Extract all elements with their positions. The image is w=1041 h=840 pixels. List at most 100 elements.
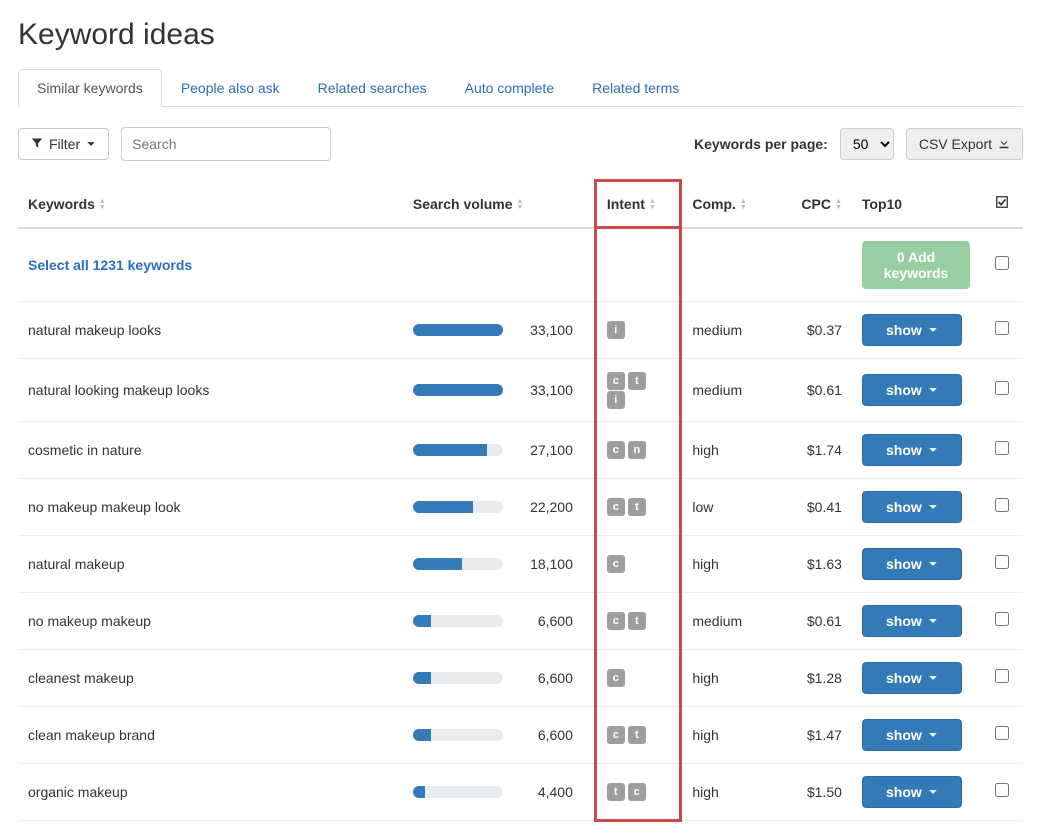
top10-cell: show xyxy=(852,763,980,820)
chevron-down-icon xyxy=(928,670,938,686)
tab-auto-complete[interactable]: Auto complete xyxy=(446,69,574,107)
sort-icon: ▲▼ xyxy=(517,199,524,211)
page-title: Keyword ideas xyxy=(18,18,1023,52)
volume-value: 6,600 xyxy=(513,727,573,743)
show-button[interactable]: show xyxy=(862,434,962,466)
intent-cell: c xyxy=(595,649,681,706)
check-all-icon[interactable] xyxy=(995,195,1009,212)
top10-cell: show xyxy=(852,649,980,706)
top10-cell: show xyxy=(852,535,980,592)
keyword-cell: no makeup makeup xyxy=(18,592,403,649)
col-header-volume[interactable]: Search volume▲▼ xyxy=(403,181,595,228)
col-header-intent[interactable]: Intent▲▼ xyxy=(595,181,681,228)
intent-badge-i: i xyxy=(607,321,625,339)
tab-related-terms[interactable]: Related terms xyxy=(573,69,698,107)
per-page-select[interactable]: 50 xyxy=(840,128,894,160)
add-keywords-button[interactable]: 0 Add keywords xyxy=(862,241,970,289)
volume-cell: 33,100 xyxy=(403,301,595,358)
keyword-cell: natural makeup xyxy=(18,535,403,592)
search-input[interactable] xyxy=(121,127,331,161)
top10-cell: show xyxy=(852,301,980,358)
sort-icon: ▲▼ xyxy=(649,199,656,211)
volume-bar xyxy=(413,786,503,798)
show-button[interactable]: show xyxy=(862,605,962,637)
comp-cell: low xyxy=(681,478,777,535)
col-header-cpc[interactable]: CPC▲▼ xyxy=(777,181,852,228)
row-checkbox[interactable] xyxy=(995,669,1009,683)
select-all-link[interactable]: Select all 1231 keywords xyxy=(28,257,192,273)
show-button[interactable]: show xyxy=(862,314,962,346)
chevron-down-icon xyxy=(928,442,938,458)
volume-cell: 6,600 xyxy=(403,592,595,649)
comp-cell: medium xyxy=(681,358,777,421)
table-row: natural looking makeup looks 33,100 cti … xyxy=(18,358,1023,421)
col-header-comp[interactable]: Comp.▲▼ xyxy=(681,181,777,228)
row-checkbox[interactable] xyxy=(995,783,1009,797)
row-checkbox[interactable] xyxy=(995,441,1009,455)
comp-cell: high xyxy=(681,649,777,706)
intent-badge-c: c xyxy=(607,372,625,390)
show-button[interactable]: show xyxy=(862,776,962,808)
row-checkbox[interactable] xyxy=(995,381,1009,395)
volume-cell: 33,100 xyxy=(403,358,595,421)
tab-similar-keywords[interactable]: Similar keywords xyxy=(18,69,162,107)
cpc-cell: $1.74 xyxy=(777,421,852,478)
volume-bar xyxy=(413,558,503,570)
table-row: cosmetic in nature 27,100 cn high $1.74 … xyxy=(18,421,1023,478)
intent-badge-t: t xyxy=(628,372,646,390)
show-button[interactable]: show xyxy=(862,662,962,694)
tabs-bar: Similar keywordsPeople also askRelated s… xyxy=(18,68,1023,107)
show-label: show xyxy=(886,322,922,338)
keywords-table: Keywords▲▼ Search volume▲▼ Intent▲▼ Comp… xyxy=(18,179,1023,822)
volume-bar xyxy=(413,615,503,627)
volume-value: 33,100 xyxy=(513,322,573,338)
chevron-down-icon xyxy=(86,136,96,152)
volume-bar xyxy=(413,444,503,456)
show-button[interactable]: show xyxy=(862,491,962,523)
show-button[interactable]: show xyxy=(862,719,962,751)
row-checkbox[interactable] xyxy=(995,555,1009,569)
intent-cell: cti xyxy=(595,358,681,421)
tab-people-also-ask[interactable]: People also ask xyxy=(162,69,299,107)
keyword-cell: cosmetic in nature xyxy=(18,421,403,478)
volume-value: 6,600 xyxy=(513,670,573,686)
show-button[interactable]: show xyxy=(862,374,962,406)
volume-value: 4,400 xyxy=(513,784,573,800)
chevron-down-icon xyxy=(928,784,938,800)
intent-cell: c xyxy=(595,535,681,592)
col-header-check[interactable] xyxy=(980,181,1023,228)
show-label: show xyxy=(886,499,922,515)
volume-bar xyxy=(413,501,503,513)
comp-cell: high xyxy=(681,421,777,478)
keyword-cell: organic makeup xyxy=(18,763,403,820)
tab-related-searches[interactable]: Related searches xyxy=(299,69,446,107)
csv-export-button[interactable]: CSV Export xyxy=(906,128,1023,160)
keyword-cell: clean makeup brand xyxy=(18,706,403,763)
intent-badge-t: t xyxy=(628,726,646,744)
export-label: CSV Export xyxy=(919,136,992,152)
row-checkbox[interactable] xyxy=(995,498,1009,512)
top10-cell: show xyxy=(852,358,980,421)
cpc-cell: $0.37 xyxy=(777,301,852,358)
row-checkbox[interactable] xyxy=(995,726,1009,740)
cpc-cell: $0.41 xyxy=(777,478,852,535)
volume-bar xyxy=(413,324,503,336)
row-checkbox[interactable] xyxy=(995,321,1009,335)
toolbar: Filter Keywords per page: 50 CSV Export xyxy=(18,127,1023,161)
row-checkbox[interactable] xyxy=(995,612,1009,626)
volume-value: 27,100 xyxy=(513,442,573,458)
intent-badge-c: c xyxy=(607,498,625,516)
filter-button[interactable]: Filter xyxy=(18,128,109,160)
row-checkbox[interactable] xyxy=(995,256,1009,270)
col-header-keywords[interactable]: Keywords▲▼ xyxy=(18,181,403,228)
show-button[interactable]: show xyxy=(862,548,962,580)
keyword-cell: natural makeup looks xyxy=(18,301,403,358)
comp-cell: medium xyxy=(681,592,777,649)
volume-value: 18,100 xyxy=(513,556,573,572)
intent-badge-c: c xyxy=(607,612,625,630)
comp-cell: high xyxy=(681,706,777,763)
volume-bar xyxy=(413,672,503,684)
cpc-cell: $1.63 xyxy=(777,535,852,592)
chevron-down-icon xyxy=(928,727,938,743)
show-label: show xyxy=(886,382,922,398)
